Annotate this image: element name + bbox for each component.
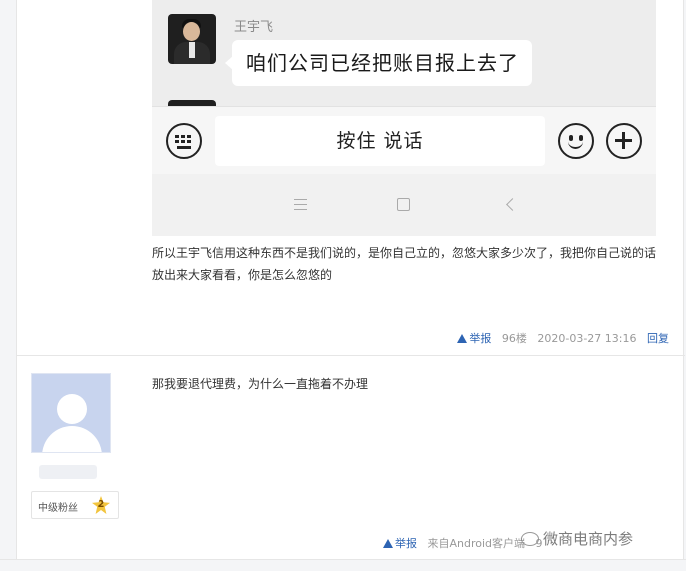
- avatar[interactable]: [31, 373, 111, 453]
- post-floor-next: 中级粉丝 2 那我要退代理费，为什么一直拖着不办理: [17, 357, 685, 557]
- post-tail: 举报 96楼 2020-03-27 13:16 回复: [450, 330, 669, 346]
- post-datetime: 2020-03-27 13:16: [537, 332, 637, 345]
- plus-icon: [606, 123, 642, 159]
- wechat-screenshot-image: 王宇飞 咱们公司已经把账目报上去了 按住 说话: [152, 0, 656, 236]
- android-nav-bar: [152, 174, 656, 236]
- post-content: 所以王宇飞信用这种东西不是我们说的，是你自己立的，忽悠大家多少次了，我把你自己说…: [152, 246, 657, 282]
- post-floor-96: 王宇飞 咱们公司已经把账目报上去了 按住 说话 所以王宇飞信用这种东西不是我们说…: [17, 0, 685, 356]
- post-tail-2: 举报 来自Android客户端 9: [383, 535, 543, 551]
- keyboard-icon: [166, 123, 202, 159]
- reply-link[interactable]: 回复: [647, 332, 669, 345]
- thread-page: 王宇飞 咱们公司已经把账目报上去了 按住 说话 所以王宇飞信用这种东西不是我们说…: [16, 0, 685, 571]
- sender-avatar: [168, 14, 216, 64]
- post-source: 来自Android客户端: [427, 537, 526, 550]
- chat-input-bar: 按住 说话: [152, 106, 656, 174]
- user-card: 中级粉丝 2: [31, 373, 119, 519]
- bottom-divider: [0, 559, 686, 571]
- username-blurred: [39, 465, 97, 479]
- menu-icon: [294, 199, 307, 210]
- level-label: 中级粉丝: [38, 503, 78, 514]
- chat-message-bubble: 咱们公司已经把账目报上去了: [225, 40, 532, 86]
- post-content: 那我要退代理费，为什么一直拖着不办理: [152, 377, 369, 391]
- report-link[interactable]: 举报: [457, 332, 491, 345]
- user-level-badge: 中级粉丝 2: [31, 491, 119, 519]
- warning-icon: [457, 334, 468, 343]
- chat-sender-name: 王宇飞: [234, 20, 274, 35]
- warning-icon: [383, 539, 393, 548]
- hold-to-talk-button: 按住 说话: [215, 116, 545, 166]
- report-link[interactable]: 举报: [383, 537, 417, 550]
- watermark: 微商电商内参: [521, 528, 633, 549]
- level-star-icon: 2: [92, 496, 110, 514]
- chat-area: 王宇飞 咱们公司已经把账目报上去了: [152, 0, 656, 106]
- wechat-logo-icon: [521, 532, 539, 546]
- home-icon: [397, 198, 410, 211]
- back-icon: [506, 198, 519, 211]
- emoji-icon: [558, 123, 594, 159]
- floor-number: 96楼: [501, 332, 527, 345]
